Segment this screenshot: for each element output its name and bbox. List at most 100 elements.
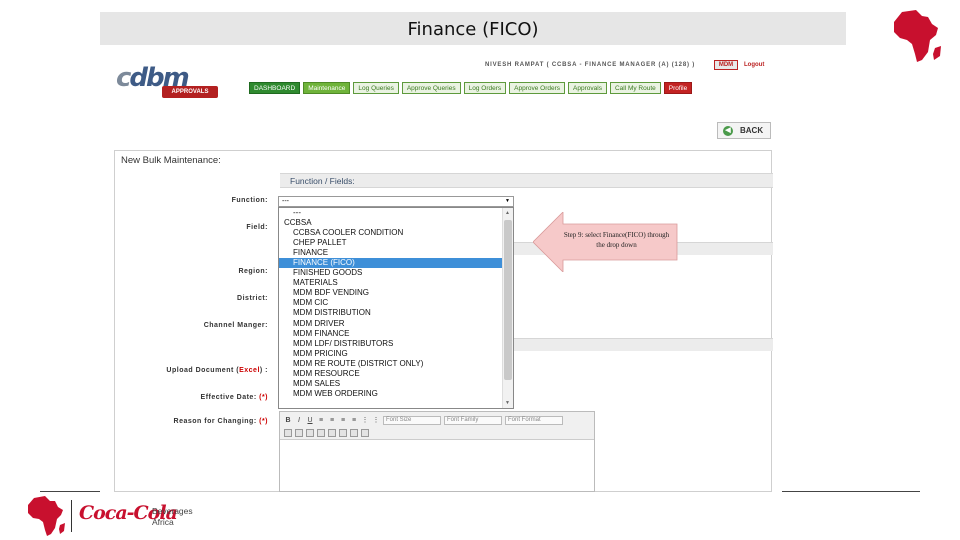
field-label: Field: bbox=[246, 224, 268, 231]
dropdown-option[interactable]: FINISHED GOODS bbox=[279, 268, 503, 278]
dropdown-option[interactable]: MDM CIC bbox=[279, 298, 503, 308]
panel-title: New Bulk Maintenance: bbox=[121, 155, 221, 166]
arrow-left-icon: ◀ bbox=[723, 126, 733, 136]
font-format-select[interactable]: Font Format bbox=[505, 416, 563, 425]
slide-title: Finance (FICO) bbox=[407, 19, 539, 40]
nav-profile[interactable]: Profile bbox=[663, 82, 693, 94]
dropdown-option[interactable]: CCBSA bbox=[279, 218, 503, 228]
section-header: Function / Fields: bbox=[280, 173, 773, 188]
dropdown-option[interactable]: MATERIALS bbox=[279, 278, 503, 288]
toolbar-row-1: B I U ≡ ≡ ≡ ≡ ⋮ ⋮ Font Size Font Family … bbox=[284, 416, 563, 425]
scrollbar-thumb[interactable] bbox=[504, 220, 512, 380]
nav-approve-orders[interactable]: Approve Orders bbox=[509, 82, 566, 94]
back-button[interactable]: ◀ BACK bbox=[717, 122, 771, 139]
nav-dashboard[interactable]: DASHBOARD bbox=[249, 82, 301, 94]
reason-text: Reason for Changing: bbox=[173, 418, 260, 425]
approvals-badge: APPROVALS bbox=[162, 86, 218, 98]
back-label: BACK bbox=[740, 126, 764, 135]
bold-icon[interactable]: B bbox=[284, 417, 292, 425]
dropdown-option[interactable]: FINANCE bbox=[279, 248, 503, 258]
user-info: NIVESH RAMPAT ( CCBSA - FINANCE MANAGER … bbox=[485, 62, 696, 68]
editor-toolbar: B I U ≡ ≡ ≡ ≡ ⋮ ⋮ Font Size Font Family … bbox=[280, 412, 594, 440]
footer-brand: Coca-Cola Beverages Africa bbox=[24, 494, 204, 538]
app-header: cdbm APPROVALS NIVESH RAMPAT ( CCBSA - F… bbox=[100, 55, 783, 103]
dropdown-option[interactable]: CCBSA COOLER CONDITION bbox=[279, 228, 503, 238]
required-marker: (*) bbox=[259, 418, 268, 425]
reason-label: Reason for Changing: (*) bbox=[118, 418, 268, 425]
dropdown-option[interactable]: MDM WEB ORDERING bbox=[279, 389, 503, 399]
callout-text: Step 9: select Finance(FICO) through the… bbox=[563, 231, 670, 249]
dropdown-options: --- CCBSA CCBSA COOLER CONDITION CHEP PALLE… bbox=[279, 208, 503, 399]
dropdown-option[interactable]: MDM BDF VENDING bbox=[279, 288, 503, 298]
dropdown-option[interactable]: MDM FINANCE bbox=[279, 329, 503, 339]
dropdown-option[interactable]: MDM DRIVER bbox=[279, 319, 503, 329]
footer-divider-left bbox=[40, 491, 100, 492]
dropdown-option[interactable]: --- bbox=[279, 208, 503, 218]
brand-divider bbox=[71, 500, 72, 532]
reason-editor[interactable]: B I U ≡ ≡ ≡ ≡ ⋮ ⋮ Font Size Font Family … bbox=[279, 411, 595, 492]
align-left-icon[interactable]: ≡ bbox=[317, 417, 325, 425]
footer-divider-right bbox=[782, 491, 920, 492]
effective-date-text: Effective Date: bbox=[200, 394, 260, 401]
toolbar-row-2 bbox=[284, 429, 369, 437]
function-select-value: --- bbox=[282, 198, 289, 205]
paste-icon[interactable] bbox=[306, 429, 314, 437]
slide-title-bar: Finance (FICO) bbox=[100, 12, 846, 45]
upload-excel: Excel bbox=[239, 367, 260, 374]
italic-icon[interactable]: I bbox=[295, 417, 303, 425]
dropdown-scrollbar[interactable]: ▲ ▼ bbox=[502, 208, 513, 408]
mdm-button[interactable]: MDM bbox=[714, 60, 738, 70]
region-label: Region: bbox=[238, 268, 268, 275]
image-icon[interactable] bbox=[361, 429, 369, 437]
scroll-down-icon[interactable]: ▼ bbox=[505, 400, 510, 406]
required-marker: (*) bbox=[259, 394, 268, 401]
dropdown-option[interactable]: MDM SALES bbox=[279, 379, 503, 389]
font-size-select[interactable]: Font Size bbox=[383, 416, 441, 425]
function-label: Function: bbox=[231, 197, 268, 204]
underline-icon[interactable]: U bbox=[306, 417, 314, 425]
dropdown-option[interactable]: MDM DISTRIBUTION bbox=[279, 308, 503, 318]
scroll-up-icon[interactable]: ▲ bbox=[505, 210, 510, 216]
nav-approvals[interactable]: Approvals bbox=[568, 82, 607, 94]
brand-part1: c bbox=[116, 63, 131, 93]
dropdown-option[interactable]: MDM RE ROUTE (DISTRICT ONLY) bbox=[279, 359, 503, 369]
nav-approve-queries[interactable]: Approve Queries bbox=[401, 82, 461, 94]
justify-icon[interactable]: ≡ bbox=[350, 417, 358, 425]
undo-icon[interactable] bbox=[317, 429, 325, 437]
copy-icon[interactable] bbox=[295, 429, 303, 437]
step-callout: Step 9: select Finance(FICO) through the… bbox=[532, 211, 678, 273]
dropdown-option[interactable]: MDM LDF/ DISTRIBUTORS bbox=[279, 339, 503, 349]
font-family-select[interactable]: Font Family bbox=[444, 416, 502, 425]
section-title: Function / Fields: bbox=[290, 176, 355, 186]
nav-log-orders[interactable]: Log Orders bbox=[463, 82, 507, 94]
dropdown-option[interactable]: MDM RESOURCE bbox=[279, 369, 503, 379]
channel-manager-label: Channel Manger: bbox=[203, 322, 268, 329]
numbered-list-icon[interactable]: ⋮ bbox=[372, 417, 380, 425]
africa-logo bbox=[894, 10, 941, 62]
nav-log-queries[interactable]: Log Queries bbox=[353, 82, 399, 94]
upload-suffix: ) : bbox=[259, 367, 268, 374]
function-select[interactable]: --- ▼ bbox=[278, 196, 514, 207]
beverages-text: Beverages bbox=[152, 506, 193, 516]
effective-date-label: Effective Date: (*) bbox=[118, 394, 268, 401]
cut-icon[interactable] bbox=[284, 429, 292, 437]
align-right-icon[interactable]: ≡ bbox=[339, 417, 347, 425]
link-icon[interactable] bbox=[339, 429, 347, 437]
bullet-list-icon[interactable]: ⋮ bbox=[361, 417, 369, 425]
dropdown-option[interactable]: CHEP PALLET bbox=[279, 238, 503, 248]
field-dropdown-list[interactable]: --- CCBSA CCBSA COOLER CONDITION CHEP PALLE… bbox=[278, 207, 514, 409]
district-label: District: bbox=[237, 295, 268, 302]
main-nav: DASHBOARD Maintenance Log Queries Approve Q… bbox=[249, 82, 693, 94]
redo-icon[interactable] bbox=[328, 429, 336, 437]
unlink-icon[interactable] bbox=[350, 429, 358, 437]
nav-maintenance[interactable]: Maintenance bbox=[303, 82, 351, 94]
logout-link[interactable]: Logout bbox=[744, 62, 764, 68]
align-center-icon[interactable]: ≡ bbox=[328, 417, 336, 425]
dropdown-option[interactable]: MDM PRICING bbox=[279, 349, 503, 359]
upload-document-label: Upload Document (Excel) : bbox=[118, 367, 268, 374]
africa-text: Africa bbox=[152, 517, 174, 527]
africa-logo bbox=[28, 496, 65, 536]
upload-prefix: Upload Document ( bbox=[166, 367, 240, 374]
nav-call-my-route[interactable]: Call My Route bbox=[609, 82, 661, 94]
dropdown-option-selected[interactable]: FINANCE (FICO) bbox=[279, 258, 503, 269]
